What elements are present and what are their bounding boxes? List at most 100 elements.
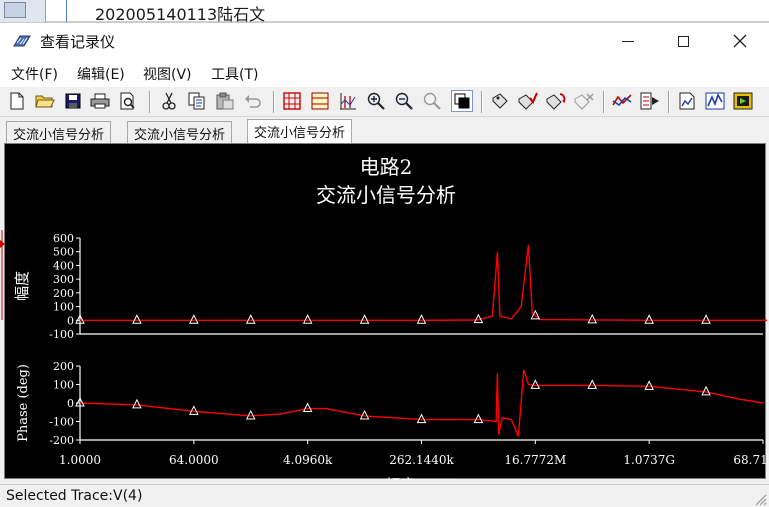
toolbar-separator	[481, 91, 483, 113]
menu-edit[interactable]: 编辑(E)	[77, 64, 125, 84]
zoom-out-icon[interactable]	[393, 90, 415, 112]
toolbar-separator	[668, 91, 670, 113]
screen: 202005140113陆石文 查看记录仪 文件(F) 编辑(E) 视图(V)	[0, 0, 769, 507]
menu-bar: 文件(F) 编辑(E) 视图(V) 工具(T)	[0, 59, 769, 87]
chart-title: 电路2	[360, 155, 413, 179]
trace-marker	[302, 402, 313, 413]
maximize-button[interactable]	[656, 23, 710, 59]
background-window: 202005140113陆石文	[0, 0, 769, 24]
chart-subtitle: 交流小信号分析	[316, 183, 456, 207]
y-tick-label: 100	[53, 301, 74, 314]
toolbar-separator	[273, 91, 275, 113]
cut-icon[interactable]	[158, 90, 180, 112]
x-tick-label: 68.7195G	[733, 453, 767, 467]
window-title: 查看记录仪	[40, 33, 116, 51]
menu-file[interactable]: 文件(F)	[11, 64, 58, 84]
trace-marker	[587, 379, 598, 389]
trace-marker	[302, 314, 313, 324]
toggle-grid-icon[interactable]	[309, 90, 331, 112]
toolbar	[0, 87, 769, 117]
resize-grip-icon[interactable]	[753, 492, 767, 506]
undo-icon[interactable]	[242, 90, 264, 112]
select-trace-icon[interactable]	[517, 90, 539, 112]
zoom-full-icon[interactable]	[421, 90, 443, 112]
trace-marker	[245, 409, 256, 420]
stop-icon[interactable]	[732, 90, 754, 112]
graph-area[interactable]: 电路2 交流小信号分析 600 500 400 300 200 100 0 -100 幅度 200 10…	[4, 143, 767, 480]
x-tick-label: 1.0737G	[623, 453, 675, 467]
overlay-icon[interactable]	[611, 90, 633, 112]
y-tick-label: 500	[53, 246, 74, 259]
print-preview-icon[interactable]	[117, 90, 139, 112]
y-tick-label: 0	[67, 397, 74, 410]
zoom-in-icon[interactable]	[365, 90, 387, 112]
toolbar-separator	[149, 91, 151, 113]
trace-marker	[644, 380, 654, 390]
trace-marker	[132, 314, 142, 324]
cursor-icon[interactable]	[337, 90, 359, 112]
label-trace-icon[interactable]	[489, 90, 511, 112]
tab-ac-analysis-2[interactable]: 交流小信号分析	[127, 121, 233, 143]
trace-marker	[473, 413, 484, 424]
y-axis-label: 幅度	[13, 271, 31, 301]
x-tick-label: 4.0960k	[283, 453, 333, 467]
paste-icon[interactable]	[214, 90, 236, 112]
tab-ac-analysis-1[interactable]: 交流小信号分析	[6, 121, 112, 143]
text-cursor	[66, 0, 67, 22]
y-tick-label: -100	[49, 328, 74, 341]
trace-marker	[644, 314, 654, 324]
x-tick-label: 16.7772M	[504, 453, 566, 467]
grid-icon[interactable]	[281, 90, 303, 112]
tab-ac-analysis-3[interactable]: 交流小信号分析	[247, 119, 353, 143]
status-text: Selected Trace:V(4)	[6, 488, 143, 504]
trace-marker	[245, 314, 256, 324]
open-folder-icon[interactable]	[34, 90, 56, 112]
toolbar-separator	[603, 91, 605, 113]
trace-line	[79, 369, 764, 437]
black-white-icon[interactable]	[451, 90, 473, 112]
menu-tools[interactable]: 工具(T)	[211, 64, 258, 84]
y-tick-label: 0	[67, 314, 74, 327]
trace-marker	[701, 385, 711, 396]
y-tick-label: 200	[53, 360, 74, 373]
x-tick-label: 262.1440k	[389, 453, 454, 467]
y-tick-label: 600	[53, 232, 74, 245]
print-icon[interactable]	[89, 90, 111, 112]
trace-marker	[701, 314, 711, 324]
move-trace-icon[interactable]	[545, 90, 567, 112]
title-bar[interactable]: 查看记录仪	[0, 23, 769, 59]
trace-marker	[587, 313, 598, 324]
left-window-edge	[0, 230, 6, 320]
chart-svg: 电路2交流小信号分析6005004003002001000-100幅度20010…	[13, 155, 767, 480]
y-tick-label: -200	[49, 434, 74, 447]
y-tick-label: 200	[53, 287, 74, 300]
y-tick-label: 400	[53, 259, 74, 272]
grapher-window: 查看记录仪 文件(F) 编辑(E) 视图(V) 工具(T) 交流小信号分析 交流…	[0, 22, 769, 507]
close-icon	[733, 34, 747, 48]
minimize-button[interactable]	[601, 23, 655, 59]
y-axis-label: Phase (deg)	[16, 364, 31, 442]
minimize-icon	[622, 40, 634, 42]
y-tick-label: 300	[53, 273, 74, 286]
new-file-icon[interactable]	[6, 90, 28, 112]
legend-icon[interactable]	[639, 90, 661, 112]
status-bar: Selected Trace:V(4)	[0, 484, 769, 507]
x-tick-label: 64.0000	[169, 453, 219, 467]
export-icon[interactable]	[676, 90, 698, 112]
trace-marker	[359, 314, 370, 324]
copy-icon[interactable]	[186, 90, 208, 112]
x-tick-label: 1.0000	[59, 453, 101, 467]
maximize-icon	[677, 35, 689, 47]
save-icon[interactable]	[62, 90, 84, 112]
trace-marker	[416, 413, 427, 424]
trace-line	[80, 244, 767, 322]
background-window-icon	[0, 0, 46, 22]
y-tick-label: 100	[53, 379, 74, 392]
graph-properties-icon[interactable]	[704, 90, 726, 112]
tab-bar: 交流小信号分析 交流小信号分析 交流小信号分析	[0, 119, 769, 143]
trace-marker	[189, 314, 199, 324]
delete-trace-icon[interactable]	[573, 90, 595, 112]
close-button[interactable]	[713, 23, 767, 59]
trace-marker	[416, 314, 427, 324]
menu-view[interactable]: 视图(V)	[143, 64, 192, 84]
